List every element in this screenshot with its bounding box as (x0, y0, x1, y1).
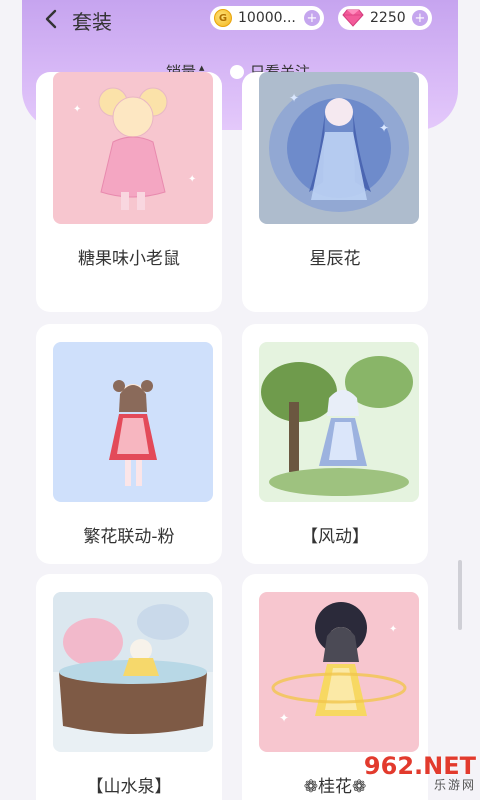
character-illustration-icon: ✦ ✦ (271, 602, 407, 725)
radio-icon (230, 64, 244, 79)
gem-icon (342, 9, 364, 27)
scrollbar[interactable] (458, 560, 462, 630)
coin-value: 10000... (238, 10, 296, 26)
add-gems-button[interactable]: + (412, 10, 428, 26)
suit-thumbnail (53, 342, 213, 502)
svg-text:✦: ✦ (289, 91, 299, 105)
suit-name: 糖果味小老鼠 (78, 249, 180, 269)
svg-text:✦: ✦ (73, 104, 81, 115)
character-illustration-icon: ✦ ✦ (73, 87, 196, 210)
top-bar: 套装 G 10000... + 2250 + (0, 0, 480, 40)
svg-text:✦: ✦ (279, 711, 289, 725)
suit-name: 【风动】 (301, 527, 369, 547)
suit-name: 【山水泉】 (86, 777, 172, 797)
suit-name: 星辰花 (309, 249, 361, 269)
coin-balance: G 10000... + (210, 6, 324, 30)
suit-thumbnail: ✦ ✦ (259, 592, 419, 752)
suit-grid: ✦ ✦ 糖果味小老鼠 ✦ ✦ 星辰花 繁花联动-粉 【风动】 【山水泉】 ✦ ✦… (22, 72, 458, 800)
suit-card[interactable]: 繁花联动-粉 (36, 324, 222, 564)
svg-text:✦: ✦ (188, 174, 196, 185)
suit-thumbnail (259, 342, 419, 502)
svg-text:✦: ✦ (379, 121, 389, 135)
character-illustration-icon (261, 356, 413, 496)
coin-icon: G (214, 9, 232, 27)
suit-thumbnail (53, 592, 213, 752)
character-illustration-icon (109, 380, 157, 486)
page-title: 套装 (72, 10, 112, 34)
suit-card[interactable]: 【山水泉】 (36, 574, 222, 800)
suits-page: 套装 G 10000... + 2250 + 销量 ▲▼ 只看关注 (0, 0, 480, 800)
gem-value: 2250 (370, 10, 406, 26)
watermark-logo: 962.NET 乐游网 (340, 748, 476, 796)
gem-balance: 2250 + (338, 6, 432, 30)
suit-card[interactable]: ✦ ✦ 糖果味小老鼠 (36, 72, 222, 312)
suit-name: 繁花联动-粉 (83, 527, 175, 547)
watermark-sub-text: 乐游网 (433, 777, 476, 792)
add-coins-button[interactable]: + (304, 10, 320, 26)
chevron-left-icon (45, 9, 57, 29)
suit-thumbnail: ✦ ✦ (259, 72, 419, 224)
character-illustration-icon (53, 592, 213, 734)
suit-card[interactable]: ✦ ✦ 星辰花 (242, 72, 428, 312)
character-illustration-icon: ✦ ✦ (269, 84, 409, 212)
suit-card[interactable]: 【风动】 (242, 324, 428, 564)
suit-thumbnail: ✦ ✦ (53, 72, 213, 224)
svg-text:✦: ✦ (389, 624, 397, 635)
back-button[interactable] (38, 6, 64, 32)
